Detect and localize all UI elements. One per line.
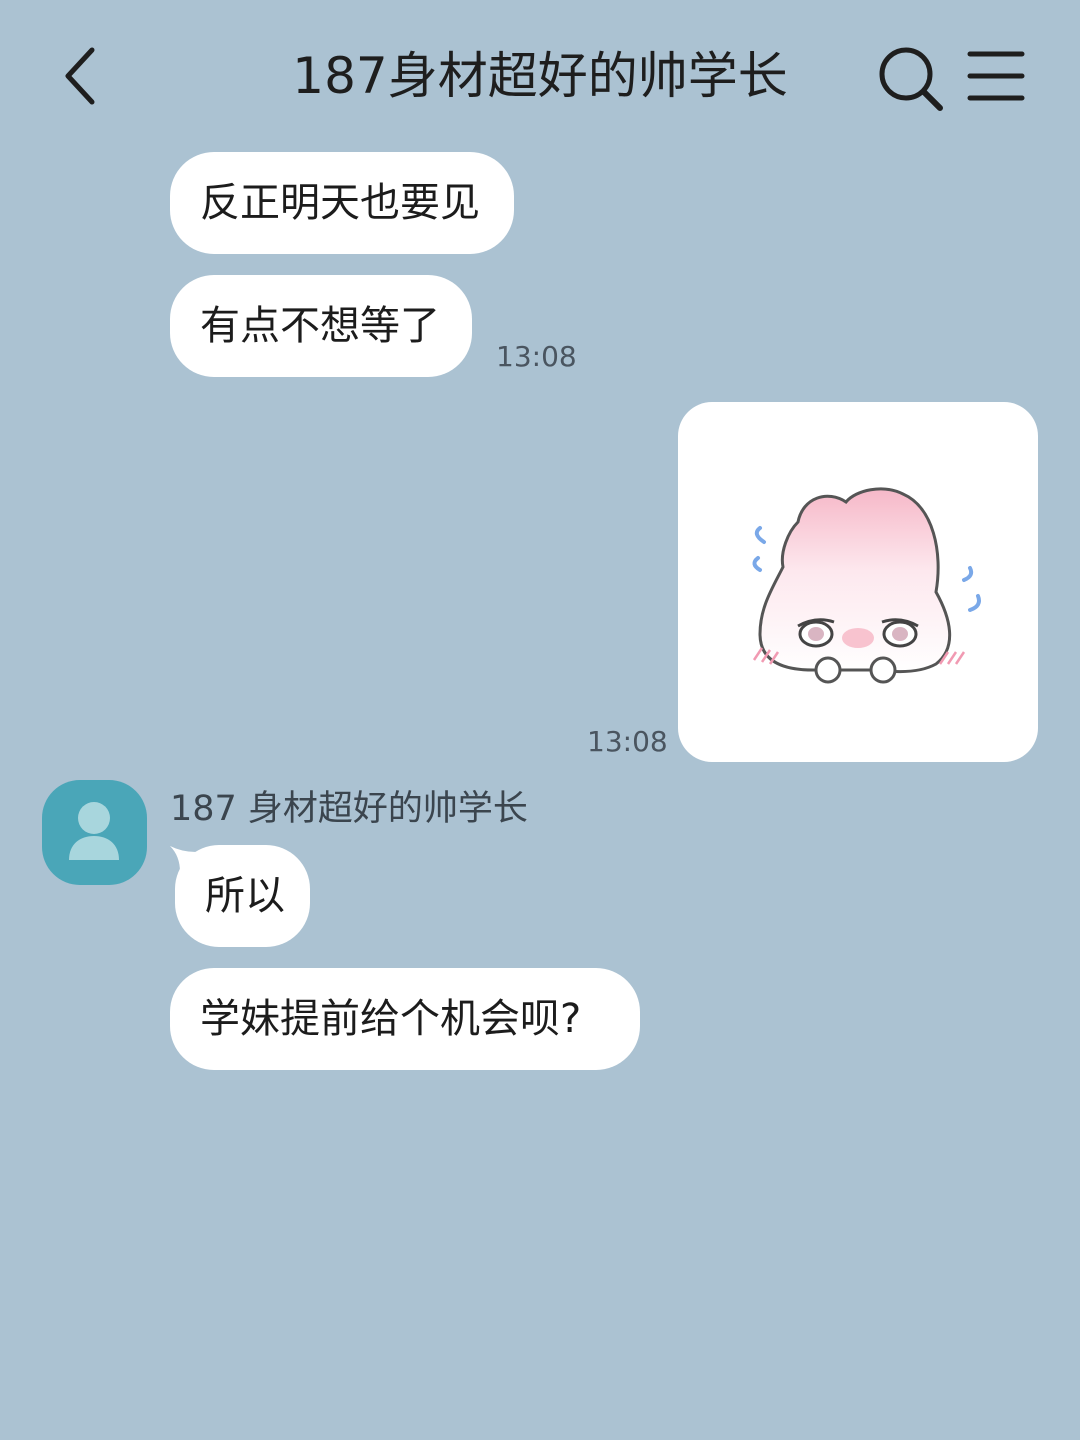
back-button[interactable] [50,38,110,114]
message-timestamp: 13:08 [587,725,668,758]
message-text: 有点不想等了 [200,303,440,349]
sender-name: 187 身材超好的帅学长 [170,789,528,829]
user-avatar-icon [69,802,119,860]
message-text: 所以 [205,873,285,919]
message-bubble[interactable]: 学妹提前给个机会呗? [170,968,640,1070]
search-button[interactable] [874,42,946,114]
page-title: 187身材超好的帅学长 [292,47,788,105]
search-icon [879,47,943,111]
chevron-left-icon [65,47,95,105]
message-bubble[interactable]: 反正明天也要见 [170,152,514,254]
message-bubble[interactable]: 所以 [175,845,310,947]
message-text: 反正明天也要见 [200,180,480,226]
avatar[interactable] [42,780,147,885]
menu-icon [967,51,1025,101]
message-timestamp: 13:08 [496,340,577,373]
message-text: 学妹提前给个机会呗? [200,996,582,1042]
sad-bunny-sticker-icon [752,487,981,684]
sticker-message[interactable] [678,402,1038,762]
message-bubble[interactable]: 有点不想等了 [170,275,472,377]
chat-header: 187身材超好的帅学长 [0,0,1080,150]
menu-button[interactable] [964,46,1028,106]
